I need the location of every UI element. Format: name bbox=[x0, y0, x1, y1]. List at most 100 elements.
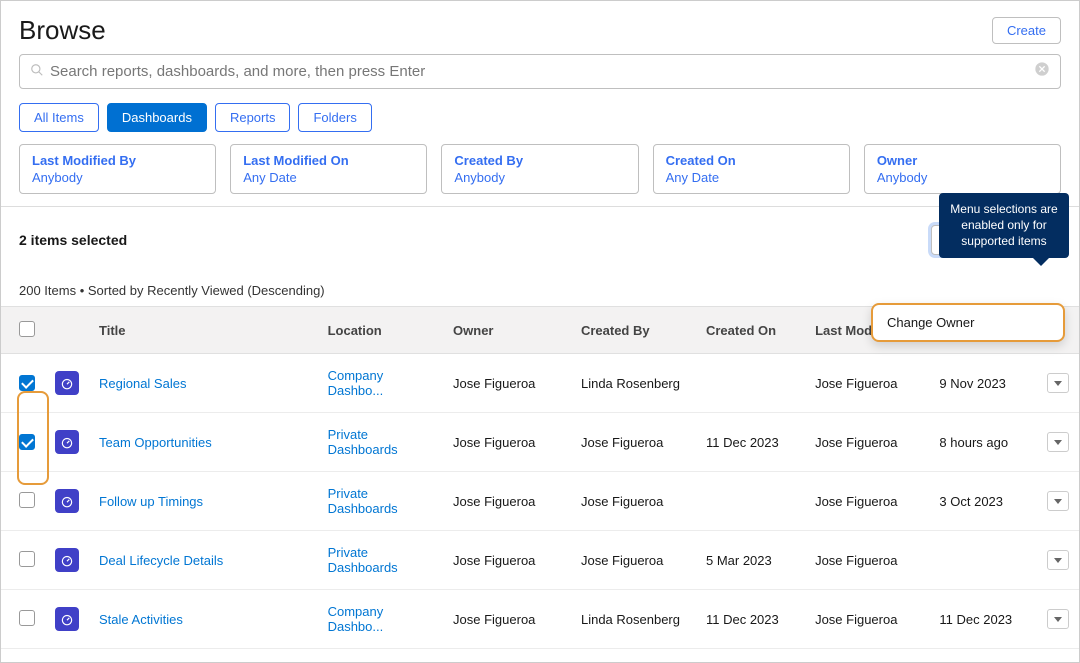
search-row bbox=[1, 54, 1079, 103]
filter-label: Owner bbox=[877, 153, 1048, 168]
row-last-modified-on: 8 hours ago bbox=[929, 413, 1037, 472]
browse-page: Browse Create All Items Dashboards Reports… bbox=[0, 0, 1080, 663]
filter-pills: All Items Dashboards ReportsFolders bbox=[1, 103, 1079, 144]
create-button[interactable]: Create bbox=[992, 17, 1061, 44]
row-last-modified-by: Jose Figueroa bbox=[805, 472, 929, 531]
filter-value: Any Date bbox=[243, 170, 414, 185]
items-table: Title Location Owner Created By Created … bbox=[1, 306, 1079, 649]
row-last-modified-on bbox=[929, 531, 1037, 590]
filter-created-on[interactable]: Created On Any Date bbox=[653, 144, 850, 194]
header-row: Browse Create bbox=[1, 1, 1079, 54]
search-icon bbox=[30, 63, 44, 80]
change-owner-item[interactable]: Change Owner bbox=[887, 315, 1049, 330]
row-created-on bbox=[696, 472, 805, 531]
filter-value: Anybody bbox=[877, 170, 1048, 185]
row-last-modified-on: 9 Nov 2023 bbox=[929, 354, 1037, 413]
select-all-checkbox[interactable] bbox=[19, 321, 35, 337]
icon-header bbox=[45, 307, 89, 354]
pill-reports[interactable]: Reports bbox=[215, 103, 291, 132]
filter-last-modified-on[interactable]: Last Modified On Any Date bbox=[230, 144, 427, 194]
chevron-down-icon bbox=[1054, 499, 1062, 504]
selection-bar: 2 items selected Manage items bbox=[1, 206, 1079, 269]
clear-icon[interactable] bbox=[1034, 61, 1050, 82]
row-location[interactable]: Private Dashboards bbox=[328, 545, 398, 575]
filter-last-modified-by[interactable]: Last Modified By Anybody bbox=[19, 144, 216, 194]
row-checkbox[interactable] bbox=[19, 434, 35, 450]
row-checkbox[interactable] bbox=[19, 375, 35, 391]
selection-count: 2 items selected bbox=[19, 232, 127, 248]
search-wrap bbox=[19, 54, 1061, 89]
tooltip: Menu selections are enabled only for sup… bbox=[939, 193, 1069, 258]
row-created-by: Jose Figueroa bbox=[571, 472, 696, 531]
filter-label: Last Modified By bbox=[32, 153, 203, 168]
row-owner: Jose Figueroa bbox=[443, 531, 571, 590]
row-checkbox[interactable] bbox=[19, 610, 35, 626]
row-title[interactable]: Follow up Timings bbox=[99, 494, 203, 509]
chevron-down-icon bbox=[1054, 617, 1062, 622]
table-row: Team Opportunities Private Dashboards Jose… bbox=[1, 413, 1079, 472]
dashboard-icon bbox=[55, 489, 79, 513]
row-menu-button[interactable] bbox=[1047, 550, 1069, 570]
row-last-modified-by: Jose Figueroa bbox=[805, 354, 929, 413]
filter-created-by[interactable]: Created By Anybody bbox=[441, 144, 638, 194]
page-title: Browse bbox=[19, 15, 106, 46]
pill-dashboards[interactable]: Dashboards bbox=[107, 103, 207, 132]
row-last-modified-by: Jose Figueroa bbox=[805, 413, 929, 472]
search-input[interactable] bbox=[50, 63, 1034, 80]
row-menu-button[interactable] bbox=[1047, 491, 1069, 511]
filter-label: Last Modified On bbox=[243, 153, 414, 168]
pill-all-items[interactable]: All Items bbox=[19, 103, 99, 132]
row-created-by: Jose Figueroa bbox=[571, 531, 696, 590]
dashboard-icon bbox=[55, 430, 79, 454]
pill-folders[interactable]: Folders bbox=[298, 103, 371, 132]
row-last-modified-by: Jose Figueroa bbox=[805, 531, 929, 590]
dashboard-icon bbox=[55, 607, 79, 631]
row-title[interactable]: Stale Activities bbox=[99, 612, 183, 627]
row-location[interactable]: Private Dashboards bbox=[328, 486, 398, 516]
col-owner[interactable]: Owner bbox=[443, 307, 571, 354]
filter-value: Any Date bbox=[666, 170, 837, 185]
row-title[interactable]: Team Opportunities bbox=[99, 435, 212, 450]
row-menu-button[interactable] bbox=[1047, 432, 1069, 452]
row-title[interactable]: Regional Sales bbox=[99, 376, 186, 391]
col-created-on[interactable]: Created On bbox=[696, 307, 805, 354]
col-location[interactable]: Location bbox=[318, 307, 443, 354]
row-created-on: 5 Mar 2023 bbox=[696, 531, 805, 590]
row-title[interactable]: Deal Lifecycle Details bbox=[99, 553, 223, 568]
row-owner: Jose Figueroa bbox=[443, 590, 571, 649]
row-created-by: Linda Rosenberg bbox=[571, 354, 696, 413]
row-created-by: Jose Figueroa bbox=[571, 413, 696, 472]
row-created-on: 11 Dec 2023 bbox=[696, 413, 805, 472]
sort-info: 200 Items • Sorted by Recently Viewed (D… bbox=[1, 269, 1079, 306]
row-owner: Jose Figueroa bbox=[443, 472, 571, 531]
row-checkbox[interactable] bbox=[19, 551, 35, 567]
filter-owner[interactable]: Owner Anybody bbox=[864, 144, 1061, 194]
row-last-modified-by: Jose Figueroa bbox=[805, 590, 929, 649]
row-owner: Jose Figueroa bbox=[443, 354, 571, 413]
col-title[interactable]: Title bbox=[89, 307, 318, 354]
table-row: Deal Lifecycle Details Private Dashboards… bbox=[1, 531, 1079, 590]
row-menu-button[interactable] bbox=[1047, 609, 1069, 629]
col-created-by[interactable]: Created By bbox=[571, 307, 696, 354]
dashboard-icon bbox=[55, 548, 79, 572]
row-owner: Jose Figueroa bbox=[443, 413, 571, 472]
table-row: Stale Activities Company Dashbo... Jose Fi… bbox=[1, 590, 1079, 649]
chevron-down-icon bbox=[1054, 558, 1062, 563]
filter-value: Anybody bbox=[454, 170, 625, 185]
row-location[interactable]: Private Dashboards bbox=[328, 427, 398, 457]
table-row: Regional Sales Company Dashbo... Jose Figu… bbox=[1, 354, 1079, 413]
manage-items-dropdown: Change Owner bbox=[871, 303, 1065, 342]
chevron-down-icon bbox=[1054, 440, 1062, 445]
filter-label: Created By bbox=[454, 153, 625, 168]
row-created-on: 11 Dec 2023 bbox=[696, 590, 805, 649]
filter-label: Created On bbox=[666, 153, 837, 168]
row-location[interactable]: Company Dashbo... bbox=[328, 604, 384, 634]
filter-value: Anybody bbox=[32, 170, 203, 185]
row-checkbox[interactable] bbox=[19, 492, 35, 508]
row-last-modified-on: 3 Oct 2023 bbox=[929, 472, 1037, 531]
row-location[interactable]: Company Dashbo... bbox=[328, 368, 384, 398]
row-menu-button[interactable] bbox=[1047, 373, 1069, 393]
dashboard-icon bbox=[55, 371, 79, 395]
row-created-by: Linda Rosenberg bbox=[571, 590, 696, 649]
select-all-header bbox=[1, 307, 45, 354]
